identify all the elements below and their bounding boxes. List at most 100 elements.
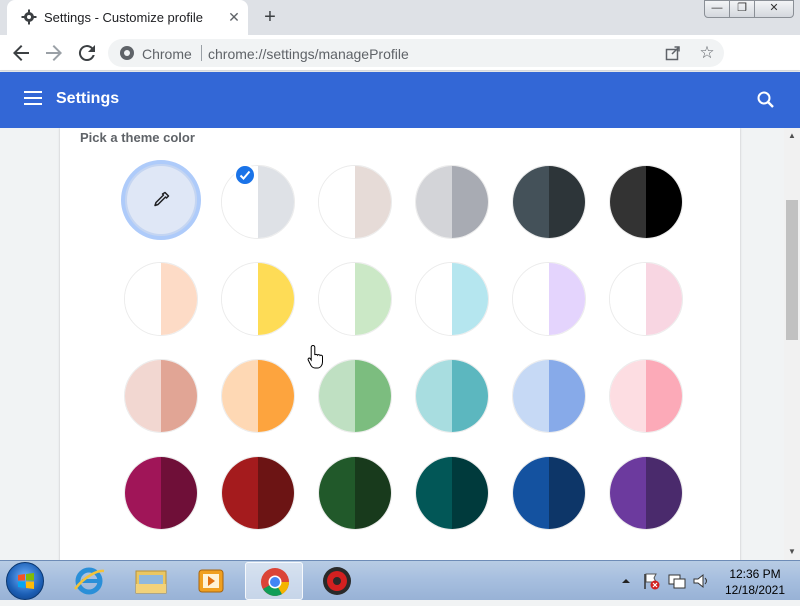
swatch-right-half xyxy=(258,166,294,238)
scroll-up-arrow-icon[interactable]: ▲ xyxy=(784,128,800,144)
theme-color-swatch-peach-light[interactable] xyxy=(124,262,198,336)
red-gear-app-icon xyxy=(323,567,351,595)
url-scheme-host: chrome://settings/ xyxy=(208,46,319,62)
swatch-left-half xyxy=(610,263,646,335)
swatch-left-half xyxy=(610,457,646,529)
swatch-left-half xyxy=(319,360,355,432)
theme-color-swatch-black[interactable] xyxy=(609,165,683,239)
browser-tab-settings[interactable]: Settings - Customize profile ✕ xyxy=(7,0,248,35)
theme-color-swatch-navy[interactable] xyxy=(512,456,586,530)
swatch-left-half xyxy=(319,166,355,238)
swatch-right-half xyxy=(646,360,682,432)
internet-explorer-icon xyxy=(74,567,105,595)
swatch-left-half xyxy=(319,457,355,529)
swatch-left-half xyxy=(513,360,549,432)
theme-color-swatch-light-grey[interactable] xyxy=(221,165,295,239)
swatch-right-half xyxy=(355,360,391,432)
vertical-scrollbar[interactable]: ▲ ▼ xyxy=(784,128,800,560)
swatch-right-half xyxy=(258,263,294,335)
swatch-left-half xyxy=(125,263,161,335)
theme-color-swatch-dark-teal[interactable] xyxy=(415,456,489,530)
tab-strip: Settings - Customize profile ✕ + — ❐ ✕ xyxy=(0,0,800,35)
theme-color-swatch-pink[interactable] xyxy=(609,359,683,433)
theme-color-swatch-blue[interactable] xyxy=(512,359,586,433)
chrome-icon xyxy=(261,568,289,596)
swatch-right-half xyxy=(355,166,391,238)
windows-taskbar: 12:36 PM 12/18/2021 xyxy=(0,560,800,600)
theme-color-swatch-green-light[interactable] xyxy=(318,262,392,336)
swatch-right-half xyxy=(549,360,585,432)
window-close-button[interactable]: ✕ xyxy=(754,0,794,18)
theme-color-swatch-purple[interactable] xyxy=(609,456,683,530)
url-text[interactable]: chrome://settings/manageProfile xyxy=(208,46,409,62)
scrollbar-thumb[interactable] xyxy=(786,200,798,340)
chrome-page-info-icon[interactable] xyxy=(120,46,134,60)
swatch-right-half xyxy=(161,263,197,335)
swatch-right-half xyxy=(452,360,488,432)
taskbar-internet-explorer[interactable] xyxy=(60,562,118,600)
theme-color-swatch-yellow[interactable] xyxy=(221,262,295,336)
settings-content: Pick a theme color xyxy=(0,128,784,560)
theme-color-swatch-dark-slate[interactable] xyxy=(512,165,586,239)
theme-color-swatch-grey[interactable] xyxy=(415,165,489,239)
maximize-button[interactable]: ❐ xyxy=(729,0,755,18)
hamburger-menu-icon[interactable] xyxy=(24,91,42,105)
scroll-down-arrow-icon[interactable]: ▼ xyxy=(784,544,800,560)
theme-color-card: Pick a theme color xyxy=(60,128,740,560)
theme-color-swatch-teal[interactable] xyxy=(415,359,489,433)
volume-icon[interactable] xyxy=(691,571,711,591)
start-button[interactable] xyxy=(6,562,44,600)
selected-check-icon xyxy=(234,164,256,186)
taskbar-chrome[interactable] xyxy=(245,562,303,600)
theme-color-swatch-lavender-light[interactable] xyxy=(512,262,586,336)
bookmark-star-icon[interactable]: ☆ xyxy=(697,43,717,63)
show-hidden-icons-icon[interactable] xyxy=(620,575,632,587)
theme-color-swatch-green[interactable] xyxy=(318,359,392,433)
swatch-left-half xyxy=(610,166,646,238)
mouse-pointer-icon xyxy=(307,344,323,369)
page-title: Settings xyxy=(56,90,120,107)
reload-icon[interactable] xyxy=(75,41,99,65)
forward-arrow-icon[interactable] xyxy=(42,41,66,65)
swatch-left-half xyxy=(125,360,161,432)
tab-close-icon[interactable]: ✕ xyxy=(225,8,243,26)
swatch-left-half xyxy=(513,457,549,529)
share-icon[interactable] xyxy=(665,45,681,61)
address-bar[interactable]: Chrome chrome://settings/manageProfile ☆ xyxy=(108,39,724,67)
gear-icon xyxy=(21,9,37,25)
swatch-right-half xyxy=(549,457,585,529)
taskbar-media-player[interactable] xyxy=(182,562,240,600)
theme-color-swatch-pink-light[interactable] xyxy=(609,262,683,336)
theme-color-swatch-magenta[interactable] xyxy=(124,456,198,530)
theme-color-swatch-orange[interactable] xyxy=(221,359,295,433)
theme-color-swatch-cyan-light[interactable] xyxy=(415,262,489,336)
network-icon[interactable] xyxy=(667,571,687,591)
theme-color-swatch-dark-green[interactable] xyxy=(318,456,392,530)
taskbar-red-app[interactable] xyxy=(308,562,366,600)
swatch-right-half xyxy=(258,360,294,432)
clock-date[interactable]: 12/18/2021 xyxy=(720,583,790,597)
swatch-right-half xyxy=(355,457,391,529)
swatch-left-half xyxy=(513,166,549,238)
media-player-icon xyxy=(198,569,224,593)
action-center-flag-icon[interactable] xyxy=(641,571,661,591)
windows-logo-icon xyxy=(18,573,34,589)
swatch-left-half xyxy=(416,263,452,335)
custom-color-swatch[interactable] xyxy=(121,160,201,240)
taskbar-file-explorer[interactable] xyxy=(121,562,179,600)
system-tray: 12:36 PM 12/18/2021 xyxy=(615,561,800,601)
clock-time[interactable]: 12:36 PM xyxy=(720,567,790,581)
settings-header: Settings xyxy=(0,72,800,128)
browser-toolbar: Chrome chrome://settings/manageProfile ☆ xyxy=(0,35,800,99)
theme-color-swatch-rose[interactable] xyxy=(124,359,198,433)
swatch-left-half xyxy=(222,263,258,335)
back-arrow-icon[interactable] xyxy=(9,41,33,65)
minimize-button[interactable]: — xyxy=(704,0,730,18)
theme-color-swatch-red[interactable] xyxy=(221,456,295,530)
swatch-right-half xyxy=(549,263,585,335)
swatch-left-half xyxy=(416,457,452,529)
folder-icon xyxy=(135,570,167,594)
theme-color-swatch-light-beige[interactable] xyxy=(318,165,392,239)
search-icon[interactable] xyxy=(756,90,776,110)
new-tab-button[interactable]: + xyxy=(258,5,282,29)
